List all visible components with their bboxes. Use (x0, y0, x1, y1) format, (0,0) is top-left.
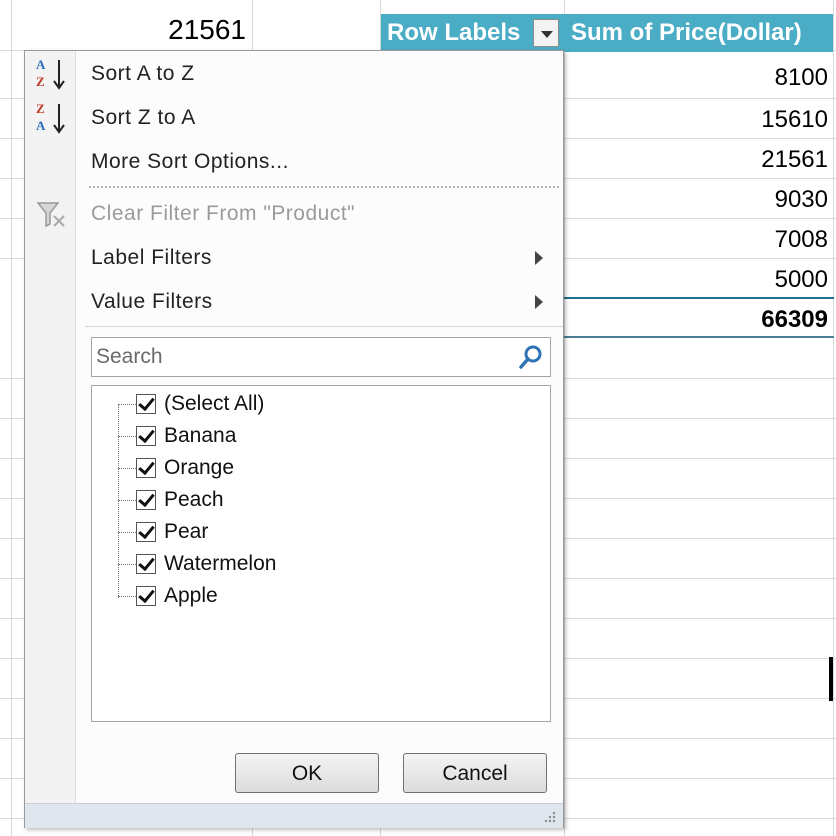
pivot-value-cell[interactable]: 8100 (564, 58, 828, 98)
pivot-value-cell[interactable]: 21561 (564, 140, 828, 180)
grand-total-value[interactable]: 66309 (564, 300, 828, 340)
checkbox-checked[interactable] (136, 458, 156, 478)
pivot-value-cell[interactable]: 5000 (564, 260, 828, 300)
filter-item-list: (Select All) Banana Orange Peach Pear Wa… (91, 385, 551, 722)
list-item-label: Watermelon (164, 552, 277, 575)
filter-dropdown-panel: A Z Sort A to Z Z A Sort Z to A More Sor… (24, 50, 564, 828)
pivot-value-cell[interactable]: 15610 (564, 100, 828, 140)
pivot-value-cell[interactable]: 7008 (564, 220, 828, 260)
sort-z-to-a-item[interactable]: Sort Z to A (91, 98, 196, 138)
pivot-value-cell[interactable]: 9030 (564, 180, 828, 220)
list-item-orange[interactable]: Orange (118, 452, 538, 484)
list-item-peach[interactable]: Peach (118, 484, 538, 516)
checkbox-checked[interactable] (136, 490, 156, 510)
checkbox-checked[interactable] (136, 522, 156, 542)
list-item-label: Banana (164, 424, 237, 447)
cancel-button[interactable]: Cancel (403, 753, 547, 793)
grand-total-border (564, 336, 834, 338)
ok-button[interactable]: OK (235, 753, 379, 793)
magnifier-icon[interactable] (518, 344, 544, 370)
list-item-select-all[interactable]: (Select All) (118, 388, 538, 420)
sum-price-header[interactable]: Sum of Price(Dollar) (571, 14, 802, 52)
search-box (91, 337, 551, 377)
list-item-pear[interactable]: Pear (118, 516, 538, 548)
svg-text:A: A (36, 57, 46, 72)
text-cursor-icon (829, 657, 833, 701)
tree-connector (118, 404, 136, 405)
chevron-right-icon (535, 251, 543, 265)
pivot-header-row: Row Labels Sum of Price(Dollar) (381, 14, 833, 52)
list-item-apple[interactable]: Apple (118, 580, 538, 612)
list-item-label: Peach (164, 488, 224, 511)
list-item-banana[interactable]: Banana (118, 420, 538, 452)
menu-separator (89, 186, 559, 188)
menu-separator (85, 326, 563, 327)
checkbox-checked[interactable] (136, 394, 156, 414)
list-item-watermelon[interactable]: Watermelon (118, 548, 538, 580)
svg-text:A: A (36, 118, 46, 133)
value-filters-item[interactable]: Value Filters (91, 282, 213, 322)
checkbox-checked[interactable] (136, 554, 156, 574)
tree-connector (118, 500, 136, 501)
checkbox-checked[interactable] (136, 586, 156, 606)
grid-line (11, 0, 12, 836)
chevron-right-icon (535, 295, 543, 309)
clear-filter-icon (36, 202, 65, 228)
tree-connector (118, 468, 136, 469)
list-item-label: Apple (164, 584, 218, 607)
grid-line (833, 0, 834, 836)
row-labels-header[interactable]: Row Labels (387, 14, 520, 52)
tree-connector (118, 596, 136, 597)
list-item-label: Orange (164, 456, 235, 479)
label-filters-item[interactable]: Label Filters (91, 238, 212, 278)
sort-ascending-icon: A Z (36, 57, 65, 90)
resize-grip-icon[interactable] (543, 810, 557, 824)
sort-descending-icon: Z A (36, 101, 65, 134)
menu-icon-strip (25, 51, 76, 803)
search-input[interactable] (92, 338, 516, 376)
list-item-label: (Select All) (164, 392, 265, 415)
tree-connector (118, 564, 136, 565)
svg-text:Z: Z (36, 74, 45, 89)
sort-a-to-z-item[interactable]: Sort A to Z (91, 54, 195, 94)
grand-total-border (564, 297, 834, 299)
more-sort-options-item[interactable]: More Sort Options... (91, 142, 289, 182)
checkbox-checked[interactable] (136, 426, 156, 446)
row-labels-dropdown-button[interactable] (533, 19, 559, 47)
clear-filter-item[interactable]: Clear Filter From "Product" (91, 194, 355, 234)
cell-value[interactable]: 21561 (0, 10, 246, 50)
panel-footer (25, 803, 563, 828)
tree-connector (118, 436, 136, 437)
list-item-label: Pear (164, 520, 209, 543)
svg-text:Z: Z (36, 101, 45, 116)
tree-connector (118, 532, 136, 533)
